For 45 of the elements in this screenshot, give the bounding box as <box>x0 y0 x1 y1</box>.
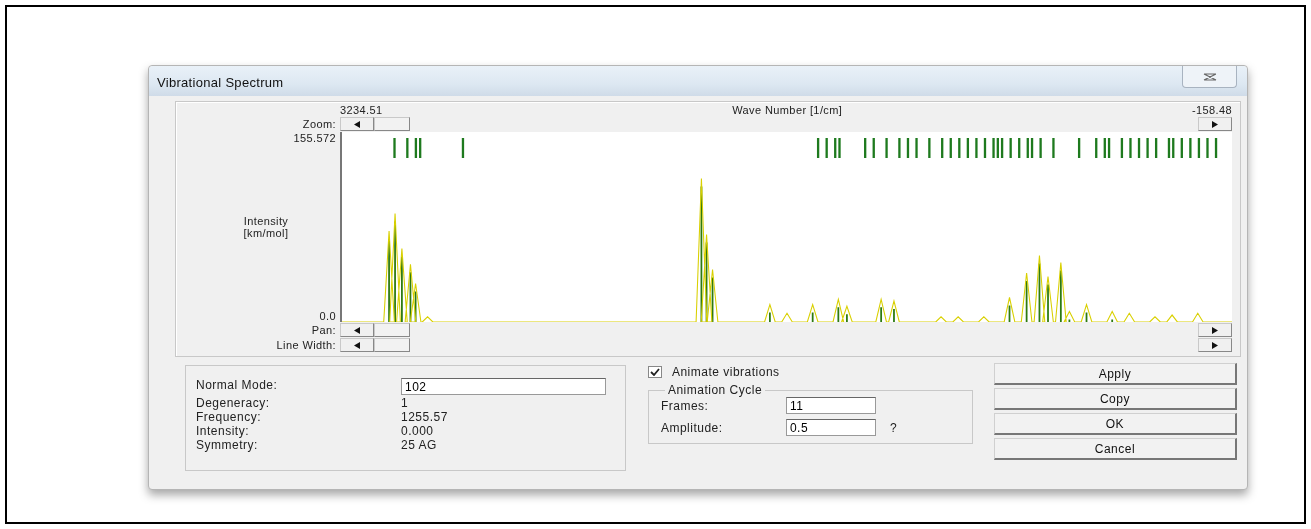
dialog-button[interactable]: Apply <box>993 363 1237 385</box>
scroll-right-button[interactable] <box>1198 117 1232 131</box>
info-value: 0.000 <box>401 424 435 438</box>
scroll-right-button[interactable] <box>1198 323 1232 337</box>
axis-title: Wave Number [1/cm] <box>732 104 843 116</box>
info-label: Normal Mode: <box>196 378 279 394</box>
axis-max-value: 155.572 <box>293 132 336 144</box>
info-label: Symmetry: <box>196 438 259 452</box>
dialog-button[interactable]: OK <box>993 413 1237 435</box>
axis-min-value: 0.0 <box>319 310 336 322</box>
checkbox-label: Animate vibrations <box>671 365 780 379</box>
input-field[interactable]: 102 <box>401 378 606 395</box>
field-label: Frames: <box>660 399 710 413</box>
scroll-left-button[interactable] <box>340 338 374 352</box>
scroll-left-button[interactable] <box>340 323 374 337</box>
left-arrow-icon <box>354 120 360 128</box>
scroll-right-button[interactable] <box>1198 338 1232 352</box>
info-label: Intensity: <box>196 424 251 438</box>
help-mark: ? <box>888 421 898 435</box>
scroll-label: Line Width: <box>275 339 336 351</box>
group-title: Animation Cycle <box>666 383 764 397</box>
scroll-bar[interactable] <box>340 323 1232 337</box>
info-value: 1 <box>401 396 410 410</box>
info-value: 25 AG <box>401 438 438 452</box>
axis-start-value: 3234.51 <box>340 104 383 116</box>
input-field[interactable]: 0.5 <box>785 419 876 436</box>
info-label: Frequency: <box>196 410 263 424</box>
close-button[interactable] <box>1182 66 1237 88</box>
input-field[interactable]: 11 <box>785 397 876 414</box>
scroll-label: Pan: <box>310 324 336 336</box>
scroll-bar[interactable] <box>340 338 1232 352</box>
window-title: Vibrational Spectrum <box>157 75 284 90</box>
checkbox[interactable] <box>647 366 662 378</box>
scroll-bar[interactable] <box>340 117 1232 131</box>
scroll-label: Zoom: <box>301 118 336 130</box>
dialog-button[interactable]: Cancel <box>993 438 1237 460</box>
info-value: 1255.57 <box>401 410 449 424</box>
right-arrow-icon <box>1212 120 1218 128</box>
axis-title: Intensity [km/mol] <box>242 215 289 239</box>
dialog-button[interactable]: Copy <box>993 388 1237 410</box>
axis-end-value: -158.48 <box>1191 104 1232 116</box>
scroll-left-button[interactable] <box>340 117 374 131</box>
close-icon <box>1202 72 1217 81</box>
field-label: Amplitude: <box>660 421 724 435</box>
info-label: Degeneracy: <box>196 396 271 410</box>
